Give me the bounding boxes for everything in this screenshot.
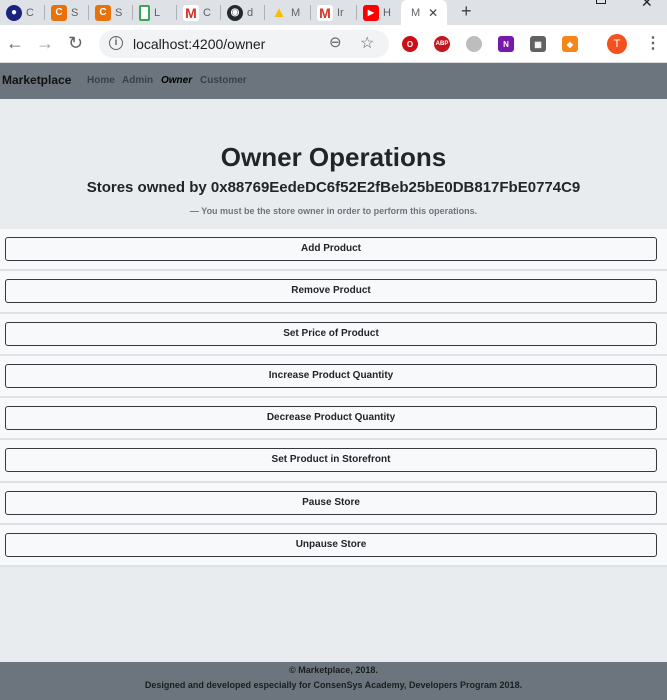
page-subtitle: Stores owned by 0x88769EedeDC6f52E2fBeb2… [86,179,581,196]
list-item: Pause Store [0,482,667,526]
increase-quantity-button[interactable]: Increase Product Quantity [5,363,657,388]
tab-title: C [203,6,211,19]
restore-window-icon[interactable] [596,0,606,4]
film-extension-icon[interactable]: ▦ [530,36,546,52]
drive-icon: ▲ [271,4,287,21]
list-item: Add Product [0,229,667,272]
decrease-quantity-button[interactable]: Decrease Product Quantity [5,406,657,431]
youtube-icon: ▶ [363,4,379,21]
list-item: Unpause Store [0,525,667,568]
browser-tab[interactable]: C S [89,0,133,25]
page-footer: © Marketplace, 2018. Designed and develo… [0,662,667,700]
unpause-store-button[interactable]: Unpause Store [5,533,657,558]
list-item: Set Price of Product [0,313,667,356]
tab-title: S [115,6,123,19]
page-title: Owner Operations [220,142,447,172]
pause-store-button[interactable]: Pause Store [5,490,657,515]
browser-toolbar: ← → ↻ i localhost:4200/owner ⊖ ☆ O ABP N… [0,25,667,63]
nav-link-admin[interactable]: Admin [122,75,153,86]
zoom-icon[interactable]: ⊖ [329,33,342,51]
tab-title: C [26,6,34,19]
operations-list: Add Product Remove Product Set Price of … [0,229,667,568]
url-text[interactable]: localhost:4200/owner [133,36,265,52]
tab-title: M [291,6,301,19]
nav-link-customer[interactable]: Customer [200,75,247,86]
list-item: Remove Product [0,271,667,314]
tab-title: M [411,6,421,19]
phone-icon [139,4,150,21]
footer-copyright: © Marketplace, 2018. [289,665,378,675]
add-product-button[interactable]: Add Product [5,237,657,261]
browser-tab[interactable]: ▶ H [357,0,401,25]
extension-icon[interactable] [466,36,482,52]
c-logo-icon: C [51,4,67,21]
close-window-icon[interactable]: ✕ [641,0,653,11]
back-arrow-icon[interactable]: ← [6,33,24,53]
app-navbar: Marketplace Home Admin Owner Customer [0,63,667,99]
metamask-fox-icon[interactable]: ◆ [562,36,578,52]
list-item: Increase Product Quantity [0,355,667,399]
profile-avatar[interactable]: T [607,34,627,54]
adblock-extension-icon[interactable]: ABP [434,36,450,52]
gmail-icon: M [317,4,333,21]
list-item: Set Product in Storefront [0,440,667,483]
opera-extension-icon[interactable]: O [402,36,418,52]
gmail-icon: M [183,4,199,21]
brand-logo[interactable]: Marketplace [2,73,71,87]
address-bar[interactable]: i localhost:4200/owner ⊖ ☆ [99,30,389,58]
page-header: Owner Operations Stores owned by 0x88769… [0,99,667,229]
tab-title: d [247,6,254,19]
list-item: Decrease Product Quantity [0,398,667,441]
reload-icon[interactable]: ↻ [68,33,83,53]
github-icon: ◉ [227,4,243,21]
browser-tab[interactable]: ● C [0,0,45,25]
nav-link-home[interactable]: Home [87,75,115,86]
forward-arrow-icon[interactable]: → [36,33,54,53]
set-storefront-button[interactable]: Set Product in Storefront [5,448,657,473]
remove-product-button[interactable]: Remove Product [5,279,657,304]
bookmark-star-icon[interactable]: ☆ [360,33,374,53]
browser-tab[interactable]: ▲ M [265,0,311,25]
owner-note: — You must be the store owner in order t… [189,206,478,216]
tab-title: Ir [337,6,344,19]
info-icon[interactable]: i [109,36,123,50]
circle-logo-icon: ● [6,4,22,21]
browser-tab[interactable]: M C [177,0,221,25]
onenote-extension-icon[interactable]: N [498,36,514,52]
browser-menu-icon[interactable]: ⋮ [645,33,661,53]
close-tab-icon[interactable]: ✕ [428,6,438,20]
nav-link-owner[interactable]: Owner [161,75,192,86]
browser-tab[interactable]: ◉ d [221,0,265,25]
browser-tab[interactable]: L [133,0,177,25]
set-price-button[interactable]: Set Price of Product [5,321,657,346]
tab-title: S [71,6,79,19]
c-logo-icon: C [95,4,111,21]
tab-title: H [383,6,391,19]
browser-tab[interactable]: M Ir [311,0,357,25]
new-tab-button[interactable]: + [461,1,472,22]
footer-credits: Designed and developed especially for Co… [144,680,523,690]
tab-title: L [154,6,161,19]
browser-tab-active[interactable]: M ✕ [401,0,447,25]
browser-tab-strip: ● C C S C S L M C ◉ d ▲ M M Ir ▶ H M ✕ +… [0,0,667,25]
browser-tab[interactable]: C S [45,0,89,25]
